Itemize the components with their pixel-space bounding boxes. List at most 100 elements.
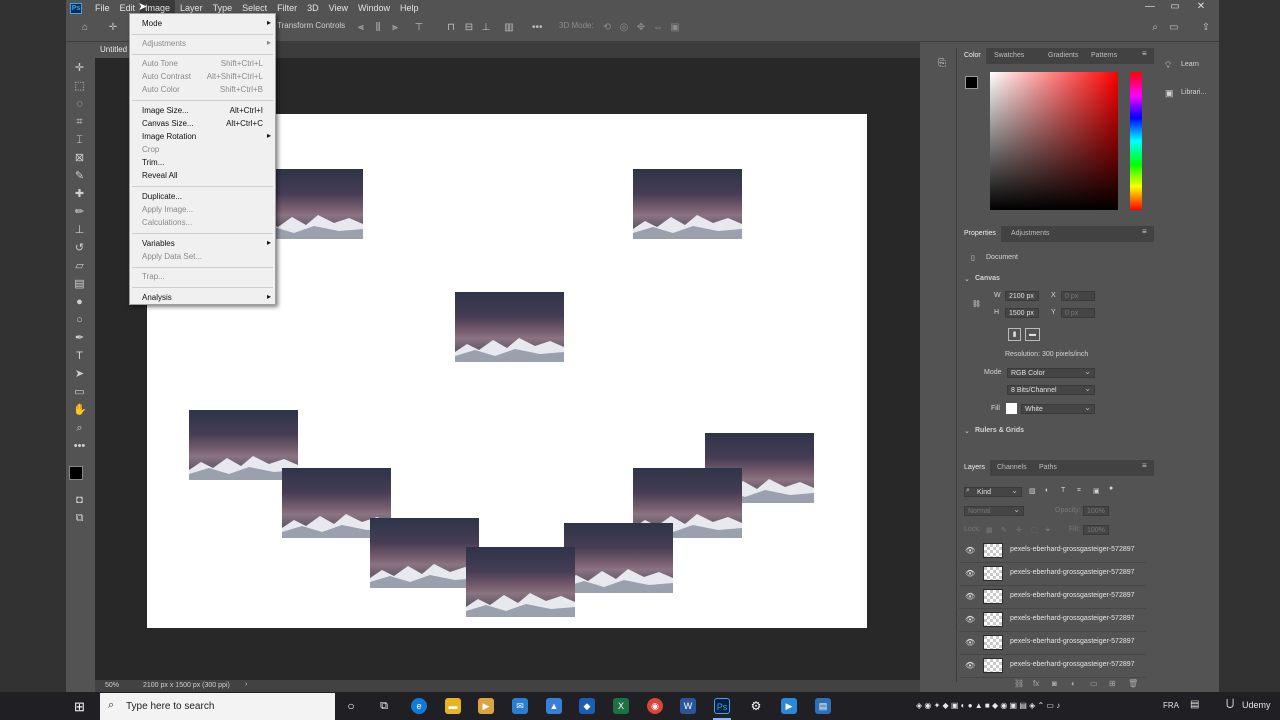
- fx-icon[interactable]: fx: [1033, 679, 1039, 688]
- lasso-tool-icon[interactable]: ◌: [73, 98, 86, 111]
- lock-position-icon[interactable]: ✛: [1016, 526, 1022, 534]
- distribute-icon[interactable]: ▥: [504, 22, 514, 33]
- menu-item-canvas-size[interactable]: Canvas Size... Alt+Ctrl+C: [130, 118, 275, 130]
- menu-item-trim[interactable]: Trim...: [130, 157, 275, 169]
- menu-item-reveal-all[interactable]: Reveal All: [130, 170, 275, 182]
- layer-row[interactable]: 👁︎ pexels-eberhard-grossgasteiger-572897: [959, 586, 1146, 609]
- app-icon[interactable]: ▶: [781, 698, 797, 714]
- layer-row[interactable]: 👁︎ pexels-eberhard-grossgasteiger-572897: [959, 540, 1146, 563]
- rectangle-tool-icon[interactable]: ▭: [73, 386, 86, 399]
- visibility-eye-icon[interactable]: 👁︎: [965, 546, 975, 555]
- mountain-photo-layer[interactable]: [564, 523, 673, 593]
- libraries-button[interactable]: Librari...: [1181, 89, 1206, 96]
- edge-icon[interactable]: e: [411, 698, 427, 714]
- move-tool-icon[interactable]: ✛: [73, 62, 86, 75]
- marquee-tool-icon[interactable]: ⬚: [73, 80, 86, 93]
- canvas-section-title[interactable]: Canvas: [975, 275, 1000, 282]
- y-field[interactable]: 0 px: [1061, 308, 1095, 318]
- object-select-icon[interactable]: ⌗: [73, 116, 86, 129]
- mountain-photo-layer[interactable]: [370, 518, 479, 588]
- link-layers-icon[interactable]: ⛓: [1014, 679, 1024, 688]
- workspace-icon[interactable]: ▭: [1169, 22, 1179, 33]
- panel-menu-icon[interactable]: ≡: [1142, 462, 1150, 470]
- rulers-grids-section-title[interactable]: Rulers & Grids: [975, 427, 1024, 434]
- menu-item-mode[interactable]: Mode ▸: [130, 18, 275, 30]
- menu-3d[interactable]: 3D: [302, 0, 324, 16]
- lock-artboard-icon[interactable]: ⬚: [1031, 526, 1038, 534]
- menu-item-auto-color[interactable]: Auto Color Shift+Ctrl+B: [130, 84, 275, 96]
- search-icon[interactable]: ⌕: [1150, 22, 1160, 33]
- align-left-icon[interactable]: ⫷: [356, 22, 366, 33]
- learn-button[interactable]: Learn: [1181, 61, 1199, 68]
- clone-stamp-icon[interactable]: ⊥: [73, 224, 86, 237]
- mountain-photo-layer[interactable]: [455, 292, 564, 362]
- chevron-down-icon[interactable]: ⌄: [964, 275, 970, 283]
- word-icon[interactable]: W: [680, 698, 696, 714]
- fill-color-swatch[interactable]: [1006, 403, 1017, 414]
- status-chevron-icon[interactable]: ›: [245, 681, 247, 688]
- blur-tool-icon[interactable]: ●: [73, 296, 86, 309]
- zoom-tool-icon[interactable]: ⌕: [73, 422, 86, 435]
- visibility-eye-icon[interactable]: 👁︎: [965, 661, 975, 670]
- photoshop-taskbar-icon[interactable]: Ps: [714, 698, 730, 714]
- align-center-icon[interactable]: ⫼: [373, 22, 383, 33]
- add-mask-icon[interactable]: ◙: [1052, 679, 1057, 688]
- menu-item-analysis[interactable]: Analysis ▸: [130, 292, 275, 304]
- filter-toggle-icon[interactable]: ●: [1109, 485, 1113, 492]
- blend-mode-select[interactable]: Normal: [964, 505, 1024, 516]
- screen-mode-icon[interactable]: ⧉: [73, 512, 86, 525]
- tab-swatches[interactable]: Swatches: [994, 48, 1024, 64]
- more-tools-icon[interactable]: •••: [73, 440, 86, 453]
- menu-item-duplicate[interactable]: Duplicate...: [130, 191, 275, 203]
- fill-select[interactable]: White: [1021, 403, 1095, 414]
- tab-adjustments[interactable]: Adjustments: [1011, 226, 1050, 242]
- chevron-down-icon[interactable]: ⌄: [964, 427, 970, 435]
- lock-all-icon[interactable]: 🔒︎: [1046, 526, 1050, 534]
- hue-slider[interactable]: [1130, 72, 1142, 210]
- healing-brush-icon[interactable]: ✚: [73, 188, 86, 201]
- opacity-field[interactable]: 100%: [1083, 506, 1109, 516]
- app-icon[interactable]: ⚙: [748, 698, 764, 714]
- panel-menu-icon[interactable]: ≡: [1142, 50, 1150, 58]
- layer-row[interactable]: 👁︎ pexels-eberhard-grossgasteiger-572897: [959, 609, 1146, 632]
- visibility-eye-icon[interactable]: 👁︎: [965, 569, 975, 578]
- gradient-tool-icon[interactable]: ▤: [73, 278, 86, 291]
- x-field[interactable]: 0 px: [1061, 291, 1095, 301]
- history-icon[interactable]: ⎘: [938, 58, 946, 69]
- move-tool-icon[interactable]: ✛: [108, 22, 118, 33]
- tab-patterns[interactable]: Patterns: [1091, 48, 1117, 64]
- filter-kind-select[interactable]: Kind: [964, 486, 1022, 497]
- menu-help[interactable]: Help: [395, 0, 424, 16]
- language-indicator[interactable]: FRA: [1163, 701, 1179, 710]
- foreground-color-swatch[interactable]: [69, 466, 83, 480]
- app-icon[interactable]: ◆: [579, 698, 595, 714]
- windows-start-icon[interactable]: ⊞: [74, 699, 85, 715]
- visibility-eye-icon[interactable]: 👁︎: [965, 638, 975, 647]
- quick-mask-icon[interactable]: ◘: [73, 494, 86, 507]
- filter-shape-icon[interactable]: ⌗: [1077, 487, 1081, 495]
- cortana-icon[interactable]: ○: [343, 698, 359, 714]
- app-icon[interactable]: ▶: [478, 698, 494, 714]
- lock-transparent-icon[interactable]: ▦: [986, 526, 993, 534]
- home-icon[interactable]: ⌂: [80, 22, 90, 33]
- portrait-icon[interactable]: ▮: [1008, 328, 1021, 341]
- filter-smart-object-icon[interactable]: ▣: [1093, 487, 1100, 495]
- menu-window[interactable]: Window: [353, 0, 395, 16]
- menu-filter[interactable]: Filter: [272, 0, 302, 16]
- maximize-button[interactable]: ▭: [1163, 0, 1187, 16]
- align-top-icon[interactable]: ⊤: [414, 22, 424, 33]
- menu-item-trap[interactable]: Trap...: [130, 271, 275, 283]
- pen-tool-icon[interactable]: ✒: [73, 332, 86, 345]
- foreground-color-chip[interactable]: [965, 76, 978, 89]
- dodge-tool-icon[interactable]: ○: [73, 314, 86, 327]
- tab-properties[interactable]: Properties: [959, 226, 1001, 242]
- menu-item-auto-contrast[interactable]: Auto Contrast Alt+Shift+Ctrl+L: [130, 71, 275, 83]
- type-tool-icon[interactable]: T: [73, 350, 86, 363]
- link-icon[interactable]: ⛓: [972, 300, 981, 308]
- tab-paths[interactable]: Paths: [1039, 460, 1057, 476]
- share-icon[interactable]: ⇪: [1201, 22, 1211, 33]
- layer-row[interactable]: 👁︎ pexels-eberhard-grossgasteiger-572897: [959, 632, 1146, 655]
- chrome-icon[interactable]: ◉: [647, 698, 663, 714]
- 3d-roll-icon[interactable]: ◎: [619, 22, 629, 33]
- tab-layers[interactable]: Layers: [959, 460, 991, 476]
